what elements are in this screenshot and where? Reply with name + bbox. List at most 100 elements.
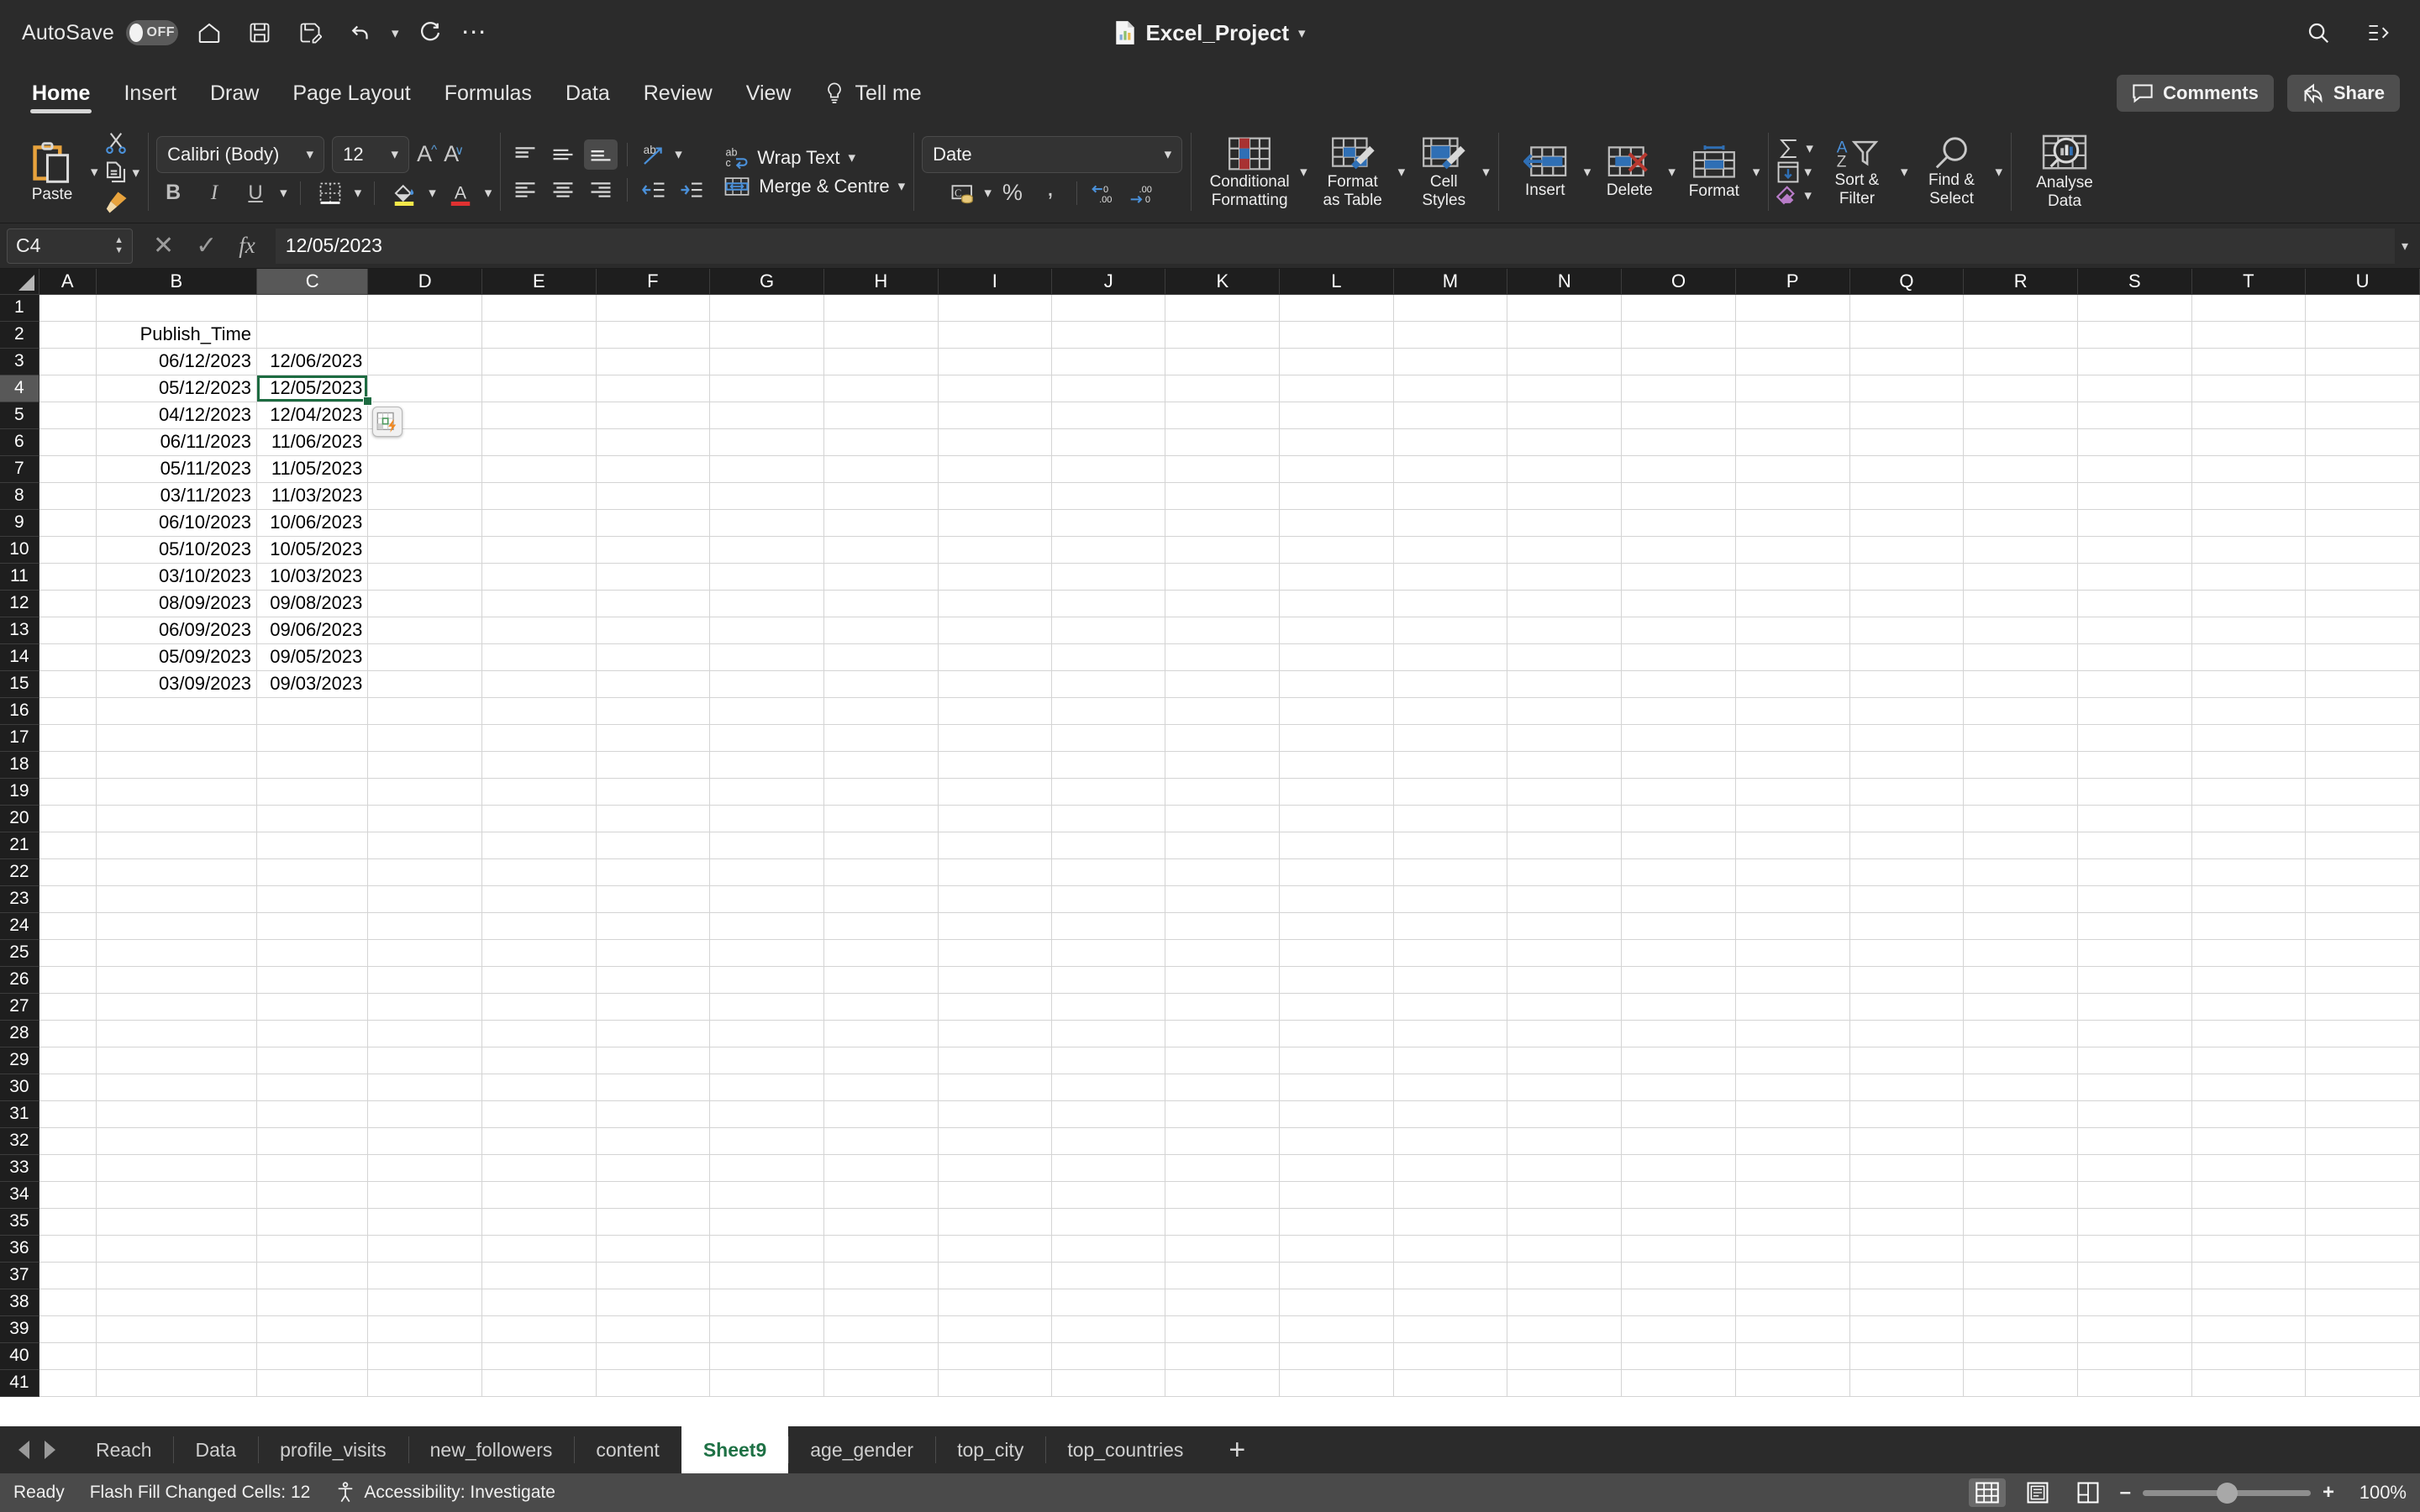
cell-a24[interactable] bbox=[39, 912, 97, 940]
cell-t7[interactable] bbox=[2191, 455, 2307, 483]
cell-i12[interactable] bbox=[938, 590, 1053, 617]
cell-i39[interactable] bbox=[938, 1315, 1053, 1343]
cell-t22[interactable] bbox=[2191, 858, 2307, 886]
cell-r35[interactable] bbox=[1963, 1208, 2078, 1236]
cell-n28[interactable] bbox=[1507, 1020, 1623, 1047]
wrap-text-button[interactable]: ab c Wrap Text ▾ bbox=[723, 146, 905, 170]
cell-l38[interactable] bbox=[1279, 1289, 1394, 1316]
row-header-21[interactable]: 21 bbox=[0, 832, 39, 859]
cell-b31[interactable] bbox=[96, 1100, 258, 1128]
cell-o28[interactable] bbox=[1621, 1020, 1736, 1047]
cell-h40[interactable] bbox=[823, 1342, 939, 1370]
cell-l10[interactable] bbox=[1279, 536, 1394, 564]
cell-k35[interactable] bbox=[1165, 1208, 1281, 1236]
cell-a11[interactable] bbox=[39, 563, 97, 591]
column-header-m[interactable]: M bbox=[1393, 269, 1508, 295]
cell-k16[interactable] bbox=[1165, 697, 1281, 725]
cell-o30[interactable] bbox=[1621, 1074, 1736, 1101]
cell-t10[interactable] bbox=[2191, 536, 2307, 564]
cell-i35[interactable] bbox=[938, 1208, 1053, 1236]
cell-c32[interactable] bbox=[256, 1127, 369, 1155]
cell-m24[interactable] bbox=[1393, 912, 1508, 940]
cell-h12[interactable] bbox=[823, 590, 939, 617]
home-icon[interactable] bbox=[190, 13, 229, 52]
page-layout-view-button[interactable] bbox=[2019, 1478, 2056, 1507]
cell-t34[interactable] bbox=[2191, 1181, 2307, 1209]
cell-d37[interactable] bbox=[367, 1262, 483, 1289]
cell-u8[interactable] bbox=[2305, 482, 2420, 510]
status-accessibility[interactable]: Accessibility: Investigate bbox=[335, 1482, 555, 1504]
cell-u16[interactable] bbox=[2305, 697, 2420, 725]
cell-e4[interactable] bbox=[481, 375, 597, 402]
cell-e31[interactable] bbox=[481, 1100, 597, 1128]
cell-j2[interactable] bbox=[1051, 321, 1166, 349]
cell-u28[interactable] bbox=[2305, 1020, 2420, 1047]
cell-k2[interactable] bbox=[1165, 321, 1281, 349]
cell-s27[interactable] bbox=[2077, 993, 2192, 1021]
insert-cells-button[interactable]: Insert bbox=[1507, 145, 1584, 199]
cell-r23[interactable] bbox=[1963, 885, 2078, 913]
cell-e1[interactable] bbox=[481, 294, 597, 322]
cell-d27[interactable] bbox=[367, 993, 483, 1021]
cell-t41[interactable] bbox=[2191, 1369, 2307, 1397]
cell-k18[interactable] bbox=[1165, 751, 1281, 779]
cell-n33[interactable] bbox=[1507, 1154, 1623, 1182]
cell-s13[interactable] bbox=[2077, 617, 2192, 644]
cell-a7[interactable] bbox=[39, 455, 97, 483]
cell-n24[interactable] bbox=[1507, 912, 1623, 940]
cell-u30[interactable] bbox=[2305, 1074, 2420, 1101]
row-header-33[interactable]: 33 bbox=[0, 1154, 39, 1182]
increase-indent-button[interactable] bbox=[675, 175, 708, 205]
cell-r5[interactable] bbox=[1963, 402, 2078, 429]
cell-h2[interactable] bbox=[823, 321, 939, 349]
find-select-button[interactable]: Find & Select bbox=[1908, 136, 1996, 207]
cell-styles-chevron-icon[interactable]: ▾ bbox=[1482, 165, 1490, 179]
underline-chevron-icon[interactable]: ▾ bbox=[280, 186, 287, 200]
cell-k40[interactable] bbox=[1165, 1342, 1281, 1370]
cell-a1[interactable] bbox=[39, 294, 97, 322]
cell-f27[interactable] bbox=[596, 993, 711, 1021]
cell-o3[interactable] bbox=[1621, 348, 1736, 375]
cell-l26[interactable] bbox=[1279, 966, 1394, 994]
cell-p30[interactable] bbox=[1735, 1074, 1850, 1101]
cell-d13[interactable] bbox=[367, 617, 483, 644]
column-header-u[interactable]: U bbox=[2305, 269, 2420, 295]
cell-d19[interactable] bbox=[367, 778, 483, 806]
cell-b20[interactable] bbox=[96, 805, 258, 832]
cell-b33[interactable] bbox=[96, 1154, 258, 1182]
decrease-indent-button[interactable] bbox=[637, 175, 671, 205]
cell-i25[interactable] bbox=[938, 939, 1053, 967]
cell-o6[interactable] bbox=[1621, 428, 1736, 456]
cell-o26[interactable] bbox=[1621, 966, 1736, 994]
cell-k3[interactable] bbox=[1165, 348, 1281, 375]
column-header-t[interactable]: T bbox=[2191, 269, 2307, 295]
cell-d35[interactable] bbox=[367, 1208, 483, 1236]
cell-n31[interactable] bbox=[1507, 1100, 1623, 1128]
cell-h6[interactable] bbox=[823, 428, 939, 456]
cell-j1[interactable] bbox=[1051, 294, 1166, 322]
analyse-data-button[interactable]: Analyse Data bbox=[2019, 134, 2110, 210]
cell-m36[interactable] bbox=[1393, 1235, 1508, 1263]
cell-g18[interactable] bbox=[709, 751, 824, 779]
cell-c25[interactable] bbox=[256, 939, 369, 967]
row-header-31[interactable]: 31 bbox=[0, 1100, 39, 1128]
cell-i30[interactable] bbox=[938, 1074, 1053, 1101]
cell-i17[interactable] bbox=[938, 724, 1053, 752]
cell-s20[interactable] bbox=[2077, 805, 2192, 832]
cell-n30[interactable] bbox=[1507, 1074, 1623, 1101]
cell-f8[interactable] bbox=[596, 482, 711, 510]
cell-u29[interactable] bbox=[2305, 1047, 2420, 1074]
cell-h22[interactable] bbox=[823, 858, 939, 886]
cell-c4[interactable]: 12/05/2023 bbox=[256, 375, 369, 402]
insert-chevron-icon[interactable]: ▾ bbox=[1584, 165, 1591, 179]
worksheet-grid[interactable]: A B C D E F G H I J K L M N O P Q R S T U 1 2 Publish_Time 3 06/1… bbox=[0, 269, 2420, 1426]
cell-c19[interactable] bbox=[256, 778, 369, 806]
cell-l34[interactable] bbox=[1279, 1181, 1394, 1209]
cell-j12[interactable] bbox=[1051, 590, 1166, 617]
cell-g32[interactable] bbox=[709, 1127, 824, 1155]
cell-m37[interactable] bbox=[1393, 1262, 1508, 1289]
cell-j22[interactable] bbox=[1051, 858, 1166, 886]
cell-p15[interactable] bbox=[1735, 670, 1850, 698]
cell-j27[interactable] bbox=[1051, 993, 1166, 1021]
redo-icon[interactable] bbox=[411, 13, 450, 52]
